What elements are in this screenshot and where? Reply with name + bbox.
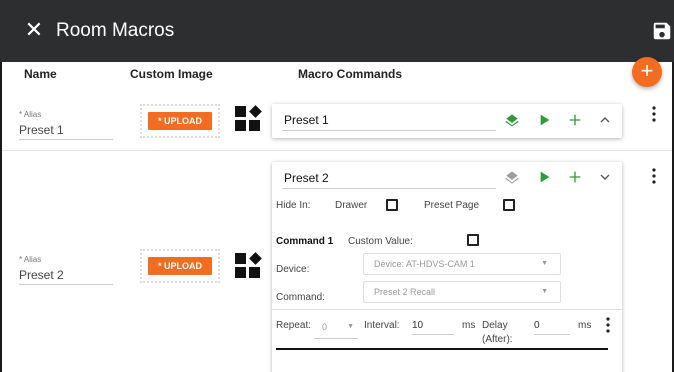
device-select-value: Device: AT-HDVS-CAM 1: [374, 259, 475, 269]
command-menu-icon[interactable]: [605, 317, 611, 333]
delay-after-label: (After):: [482, 334, 513, 345]
column-header-custom-image: Custom Image: [130, 67, 213, 81]
upload-button[interactable]: * UPLOAD: [148, 257, 212, 275]
repeat-select[interactable]: 0 ▼: [314, 317, 358, 339]
layers-icon[interactable]: [504, 112, 520, 128]
device-label: Device:: [276, 264, 310, 275]
chevron-down-icon[interactable]: [597, 169, 613, 185]
row-menu-icon[interactable]: [651, 106, 657, 122]
command-select-value: Preset 2 Recall: [374, 287, 436, 297]
command-title: Command 1: [276, 236, 334, 247]
repeat-label: Repeat:: [276, 320, 312, 331]
upload-button[interactable]: * UPLOAD: [148, 112, 212, 130]
close-icon[interactable]: ✕: [22, 18, 46, 42]
drawer-label: Drawer: [335, 200, 368, 211]
interval-label: Interval:: [364, 320, 400, 331]
chevron-up-icon[interactable]: [597, 112, 613, 128]
command-select[interactable]: Preset 2 Recall ▼: [363, 281, 561, 303]
row-divider: [2, 150, 672, 151]
caret-down-icon: ▼: [541, 288, 548, 295]
section-divider: [272, 309, 622, 310]
alias-label: * Alias: [19, 255, 42, 264]
macro-name-input[interactable]: [282, 109, 496, 131]
row-menu-icon[interactable]: [651, 168, 657, 184]
drawer-checkbox[interactable]: [386, 199, 398, 211]
hide-in-label: Hide In:: [276, 200, 311, 211]
alias-label: * Alias: [19, 110, 42, 119]
interval-unit: ms: [462, 320, 476, 331]
page-title: Room Macros: [56, 20, 175, 41]
layers-icon[interactable]: [504, 169, 520, 185]
play-icon[interactable]: [536, 169, 552, 185]
delay-unit: ms: [578, 320, 592, 331]
macro-card-expanded: Hide In: Drawer Preset Page Command 1 Cu…: [272, 162, 622, 372]
command-label: Command:: [276, 292, 325, 303]
column-header-name: Name: [24, 67, 57, 81]
image-dropzone[interactable]: * UPLOAD: [140, 104, 220, 138]
add-command-icon[interactable]: [567, 112, 583, 128]
alias-input[interactable]: [19, 120, 113, 140]
macro-name-input[interactable]: [282, 167, 496, 189]
command-separator: [276, 348, 608, 350]
save-icon[interactable]: [651, 20, 673, 42]
interval-input[interactable]: [412, 317, 454, 335]
image-dropzone[interactable]: * UPLOAD: [140, 249, 220, 283]
repeat-select-value: 0: [322, 322, 328, 332]
app-header: ✕ Room Macros: [0, 0, 674, 62]
add-command-icon[interactable]: [567, 169, 583, 185]
custom-value-checkbox[interactable]: [467, 234, 479, 246]
column-header-macro-commands: Macro Commands: [298, 67, 403, 81]
macro-card-collapsed: [272, 104, 622, 138]
preset-page-checkbox[interactable]: [503, 199, 515, 211]
frame-left-border: [0, 62, 2, 372]
caret-down-icon: ▼: [347, 323, 354, 330]
alias-input[interactable]: [19, 265, 113, 285]
caret-down-icon: ▼: [541, 260, 548, 267]
custom-value-label: Custom Value:: [348, 236, 413, 247]
play-icon[interactable]: [536, 112, 552, 128]
add-macro-button[interactable]: +: [632, 57, 662, 87]
delay-label: Delay: [482, 320, 508, 331]
device-select[interactable]: Device: AT-HDVS-CAM 1 ▼: [363, 253, 561, 275]
delay-input[interactable]: [534, 317, 570, 335]
macro-shapes-icon: [235, 252, 262, 278]
preset-page-label: Preset Page: [424, 200, 480, 211]
macro-shapes-icon: [235, 105, 262, 131]
